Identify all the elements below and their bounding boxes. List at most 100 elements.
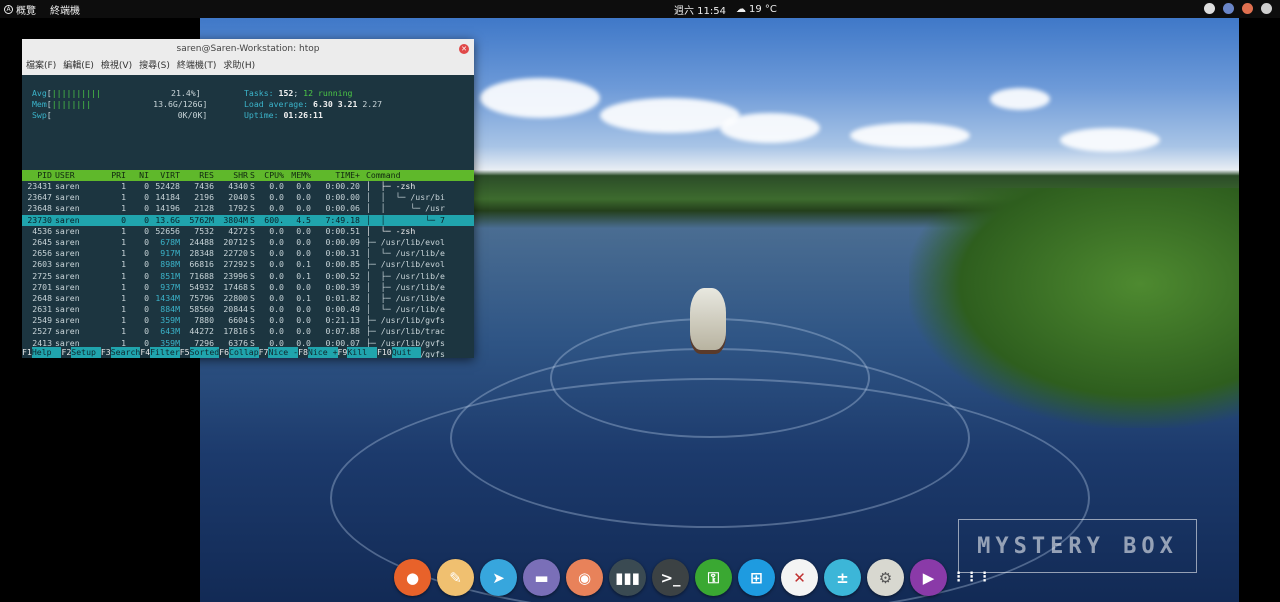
fkey-label[interactable]: Nice + xyxy=(307,347,338,358)
firefox-icon[interactable]: ● xyxy=(394,559,431,596)
column-header-pri[interactable]: PRI xyxy=(104,170,126,181)
column-header-cmd[interactable]: Command xyxy=(366,170,474,181)
process-list[interactable]: 23431 saren 1 0 52428 7436 4340 S 0.0 0.0 0:00.20 │… xyxy=(22,181,474,358)
process-row[interactable]: 4536 saren 1 0 52656 7532 4272 S 0.0 0.0 0:00.51 │ … xyxy=(22,226,474,237)
close-icon[interactable]: ✕ xyxy=(459,44,469,54)
htop-screen[interactable]: Avg[|||||||||| 21.4%] Mem[|||||||| 13.6G/1… xyxy=(22,75,474,358)
process-row[interactable]: 2631 saren 1 0 884M 58560 20844 S 0.0 0.0 0:00.49 │… xyxy=(22,304,474,315)
marker-app-icon[interactable]: ✎ xyxy=(437,559,474,596)
windows-icon[interactable]: ⊞ xyxy=(738,559,775,596)
process-row[interactable]: 2656 saren 1 0 917M 28348 22720 S 0.0 0.0 0:00.31 │… xyxy=(22,248,474,259)
app-menu[interactable]: 終端機 xyxy=(50,2,80,17)
telegram-icon[interactable]: ➤ xyxy=(480,559,517,596)
process-row[interactable]: 23647 saren 1 0 14184 2196 2040 S 0.0 0.0 0:00.00 │… xyxy=(22,192,474,203)
cell-shr: 20712 xyxy=(223,236,248,247)
terminal-icon[interactable]: >_ xyxy=(652,559,689,596)
fkey-label[interactable]: Sorted xyxy=(189,347,220,358)
terminal-titlebar[interactable]: saren@Saren-Workstation: htop ✕ xyxy=(22,39,474,59)
watermark-text: MYSTERY BOX xyxy=(977,533,1178,559)
process-row[interactable]: 2645 saren 1 0 678M 24488 20712 S 0.0 0.0 0:00.09 ├… xyxy=(22,237,474,248)
calculator-icon[interactable]: ± xyxy=(824,559,861,596)
cell-ni: 0 xyxy=(144,181,149,191)
fkey-f9[interactable]: F9 xyxy=(337,347,348,358)
column-header-shr[interactable]: SHR xyxy=(214,170,248,181)
column-header-user[interactable]: USER xyxy=(55,170,95,181)
menu-edit[interactable]: 編輯(E) xyxy=(63,59,94,75)
menu-terminal[interactable]: 終端機(T) xyxy=(177,59,217,75)
fkey-label[interactable]: Search xyxy=(110,347,141,358)
process-row[interactable]: 2648 saren 1 0 1434M 75796 22800 S 0.0 0.1 0:01.82… xyxy=(22,293,474,304)
process-row[interactable]: 2549 saren 1 0 359M 7880 6604 S 0.0 0.0 0:21.13 ├─ … xyxy=(22,315,474,326)
process-row[interactable]: 2527 saren 1 0 643M 44272 17816 S 0.0 0.0 0:07.88 ├… xyxy=(22,326,474,337)
accessibility-icon[interactable] xyxy=(1204,3,1215,14)
cell-res: 5762M xyxy=(189,214,214,225)
column-header-cpu[interactable]: CPU% xyxy=(258,170,284,181)
column-header-pid[interactable]: PID xyxy=(22,170,52,181)
keys-icon[interactable]: ⚿ xyxy=(695,559,732,596)
notification-icon[interactable] xyxy=(1242,3,1253,14)
menu-view[interactable]: 檢視(V) xyxy=(101,59,132,75)
fkey-f4[interactable]: F4 xyxy=(140,347,151,358)
column-header-time[interactable]: TIME+ xyxy=(312,170,360,181)
weather[interactable]: ☁ 19 °C xyxy=(736,2,777,17)
process-table-header[interactable]: PID USER PRI NI VIRT RES SHR S CPU% MEM% TIME+ Comm… xyxy=(22,170,474,181)
column-header-res[interactable]: RES xyxy=(180,170,214,181)
system-monitor-icon[interactable]: ▮▮▮ xyxy=(609,559,646,596)
activities-button[interactable]: A 概覽 xyxy=(4,2,36,17)
clock[interactable]: 週六 11:54 xyxy=(674,2,726,17)
column-header-ni[interactable]: NI xyxy=(127,170,149,181)
column-header-virt[interactable]: VIRT xyxy=(150,170,180,181)
fkey-f3[interactable]: F3 xyxy=(100,347,111,358)
fkey-f10[interactable]: F10 xyxy=(376,347,392,358)
fkey-f5[interactable]: F5 xyxy=(179,347,190,358)
cell-cpu: 0.0 xyxy=(269,281,284,292)
fkey-f7[interactable]: F7 xyxy=(258,347,269,358)
cell-shr: 4340 xyxy=(228,181,248,191)
cell-pri: 1 xyxy=(121,248,126,259)
fkey-label[interactable]: Setup xyxy=(71,347,101,358)
cell-ni: 0 xyxy=(144,203,149,214)
user-icon[interactable] xyxy=(1223,3,1234,14)
fkey-f2[interactable]: F2 xyxy=(61,347,72,358)
cell-ni: 0 xyxy=(144,225,149,236)
cell-pri: 1 xyxy=(121,281,126,292)
fkey-label[interactable]: Quit xyxy=(391,347,422,358)
fkey-f6[interactable]: F6 xyxy=(219,347,230,358)
cell-cmd: │ ├─ /usr/lib/e xyxy=(366,270,445,281)
fkey-label[interactable]: Collap xyxy=(229,347,259,358)
cell-cpu: 600. xyxy=(264,214,284,225)
cell-time: 0:00.31 xyxy=(325,248,360,259)
process-row[interactable]: 23431 saren 1 0 52428 7436 4340 S 0.0 0.0 0:00.20 │… xyxy=(22,181,474,192)
menu-help[interactable]: 求助(H) xyxy=(223,59,255,75)
files-icon[interactable]: ▬ xyxy=(523,559,560,596)
column-header-mem[interactable]: MEM% xyxy=(284,170,311,181)
tweaks-icon[interactable]: ⚙ xyxy=(867,559,904,596)
process-row[interactable]: 2603 saren 1 0 898M 66816 27292 S 0.0 0.1 0:00.85 ├… xyxy=(22,259,474,270)
cell-cpu: 0.0 xyxy=(269,236,284,247)
cell-pid: 2645 xyxy=(32,236,52,247)
cell-virt: 1434M xyxy=(155,292,180,303)
fkey-label[interactable]: Nice - xyxy=(268,347,299,358)
menu-search[interactable]: 搜尋(S) xyxy=(139,59,170,75)
menu-file[interactable]: 檔案(F) xyxy=(26,59,56,75)
fkey-f8[interactable]: F8 xyxy=(298,347,308,358)
cell-ni: 0 xyxy=(144,292,149,303)
cell-res: 66816 xyxy=(189,259,214,270)
power-icon[interactable] xyxy=(1261,3,1272,14)
cell-cpu: 0.0 xyxy=(269,181,284,191)
column-header-s[interactable]: S xyxy=(250,170,258,181)
media-player-icon[interactable]: ▶ xyxy=(910,559,947,596)
cell-cpu: 0.0 xyxy=(269,203,284,214)
fkey-label[interactable]: Kill xyxy=(347,347,377,358)
process-row[interactable]: 2701 saren 1 0 937M 54932 17468 S 0.0 0.0 0:00.39 │… xyxy=(22,282,474,293)
speaker-icon[interactable]: ◉ xyxy=(566,559,603,596)
fkey-label[interactable]: Help xyxy=(31,347,62,358)
app-grid-icon[interactable]: ⋮⋮⋮ xyxy=(952,559,991,596)
process-row[interactable]: 2725 saren 1 0 851M 71688 23996 S 0.0 0.1 0:00.52 │… xyxy=(22,271,474,282)
fkey-label[interactable]: Filter xyxy=(150,347,180,358)
process-row[interactable]: 23730 saren 0 0 13.6G 5762M 3804M S 600. 4.5 7:49.… xyxy=(22,214,474,226)
fkey-f1[interactable]: F1 xyxy=(22,347,32,358)
x-app-icon[interactable]: ✕ xyxy=(781,559,818,596)
terminal-window[interactable]: saren@Saren-Workstation: htop ✕ 檔案(F) 編輯… xyxy=(22,39,474,358)
process-row[interactable]: 23648 saren 1 0 14196 2128 1792 S 0.0 0.0 0:00.06 │… xyxy=(22,203,474,214)
